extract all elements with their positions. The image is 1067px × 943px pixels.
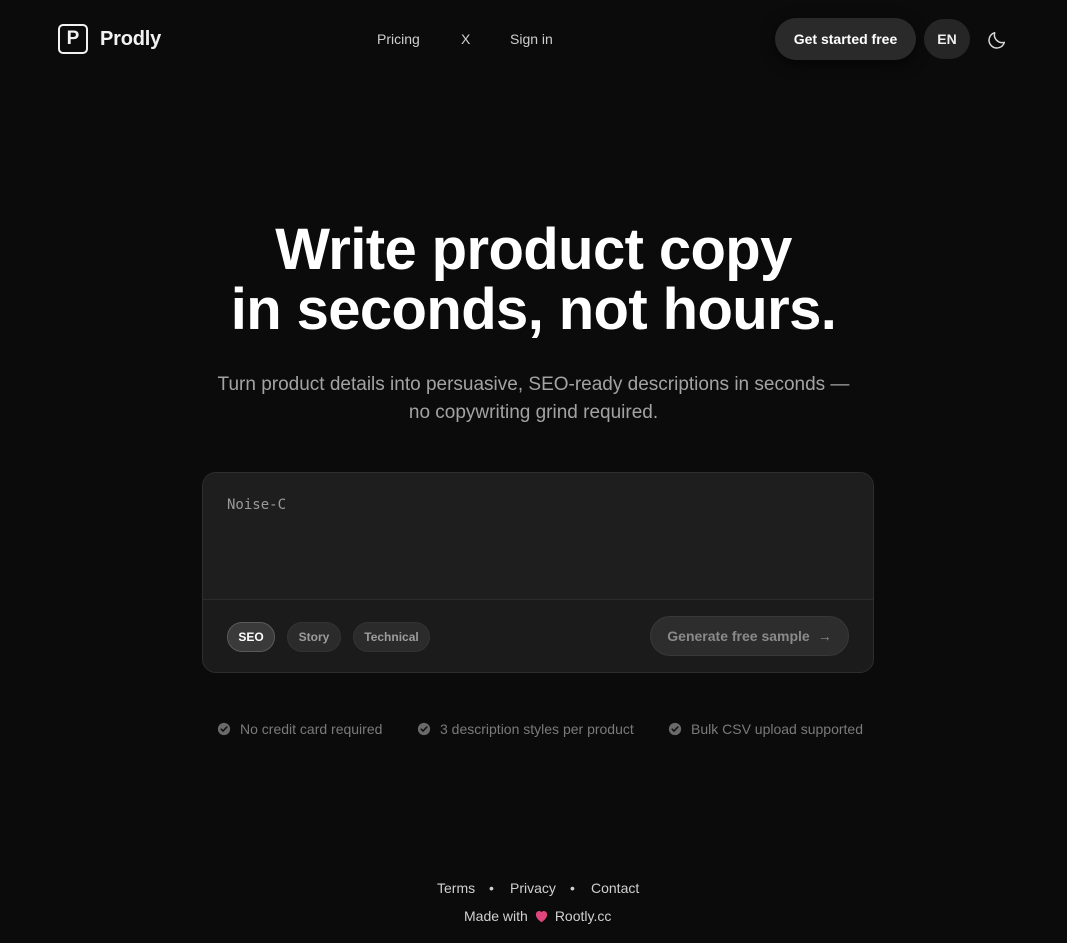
hero-title-line-2: in seconds, not hours. <box>230 277 837 342</box>
product-details-input[interactable] <box>203 473 873 600</box>
generate-sample-button[interactable]: Generate free sample → <box>650 616 849 656</box>
feature-item: Bulk CSV upload supported <box>668 721 863 737</box>
brand-logo: P <box>58 24 88 54</box>
feature-text: 3 description styles per product <box>440 721 634 737</box>
style-technical-button[interactable]: Technical <box>353 622 430 652</box>
footer-privacy-link[interactable]: Privacy <box>510 880 556 896</box>
arrow-right-icon: → <box>817 628 832 644</box>
style-seo-button[interactable]: SEO <box>227 622 275 652</box>
hero-subtitle: Turn product details into persuasive, SE… <box>217 374 850 423</box>
check-circle-icon <box>217 722 231 736</box>
made-with-text: Made with <box>464 908 528 924</box>
rootly-link[interactable]: Rootly.cc <box>555 908 612 924</box>
hero-title-line-1: Write product copy <box>275 217 792 282</box>
check-circle-icon <box>668 722 682 736</box>
check-circle-icon <box>417 722 431 736</box>
hero-title: Write product copy in seconds, not hours… <box>0 220 1067 340</box>
brand[interactable]: P Prodly <box>58 24 161 54</box>
footer-contact-link[interactable]: Contact <box>591 880 639 896</box>
feature-list: No credit card required 3 description st… <box>0 721 1067 741</box>
feature-item: 3 description styles per product <box>417 721 634 737</box>
site-header: P Prodly Pricing X Sign in Get started f… <box>0 0 1067 80</box>
feature-text: Bulk CSV upload supported <box>691 721 863 737</box>
heart-icon <box>535 911 547 923</box>
moon-icon[interactable] <box>986 29 1008 51</box>
style-story-button[interactable]: Story <box>287 622 341 652</box>
nav-pricing[interactable]: Pricing <box>377 31 420 47</box>
feature-text: No credit card required <box>240 721 383 737</box>
product-composer: SEO Story Technical Generate free sample… <box>202 472 874 673</box>
nav-sign-in[interactable]: Sign in <box>510 31 553 47</box>
landing-page: P Prodly Pricing X Sign in Get started f… <box>0 0 1067 943</box>
footer-links: Terms • Privacy • Contact <box>0 880 1067 900</box>
feature-item: No credit card required <box>217 721 382 737</box>
footer-separator: • <box>489 880 494 896</box>
language-button[interactable]: EN <box>924 19 970 59</box>
generate-sample-label: Generate free sample <box>667 628 810 644</box>
brand-name: Prodly <box>100 27 162 50</box>
nav-x[interactable]: X <box>461 31 470 47</box>
made-with-credit: Made with Rootly.cc <box>464 908 611 924</box>
footer-separator: • <box>570 880 575 896</box>
footer-terms-link[interactable]: Terms <box>437 880 475 896</box>
get-started-button[interactable]: Get started free <box>775 18 916 60</box>
